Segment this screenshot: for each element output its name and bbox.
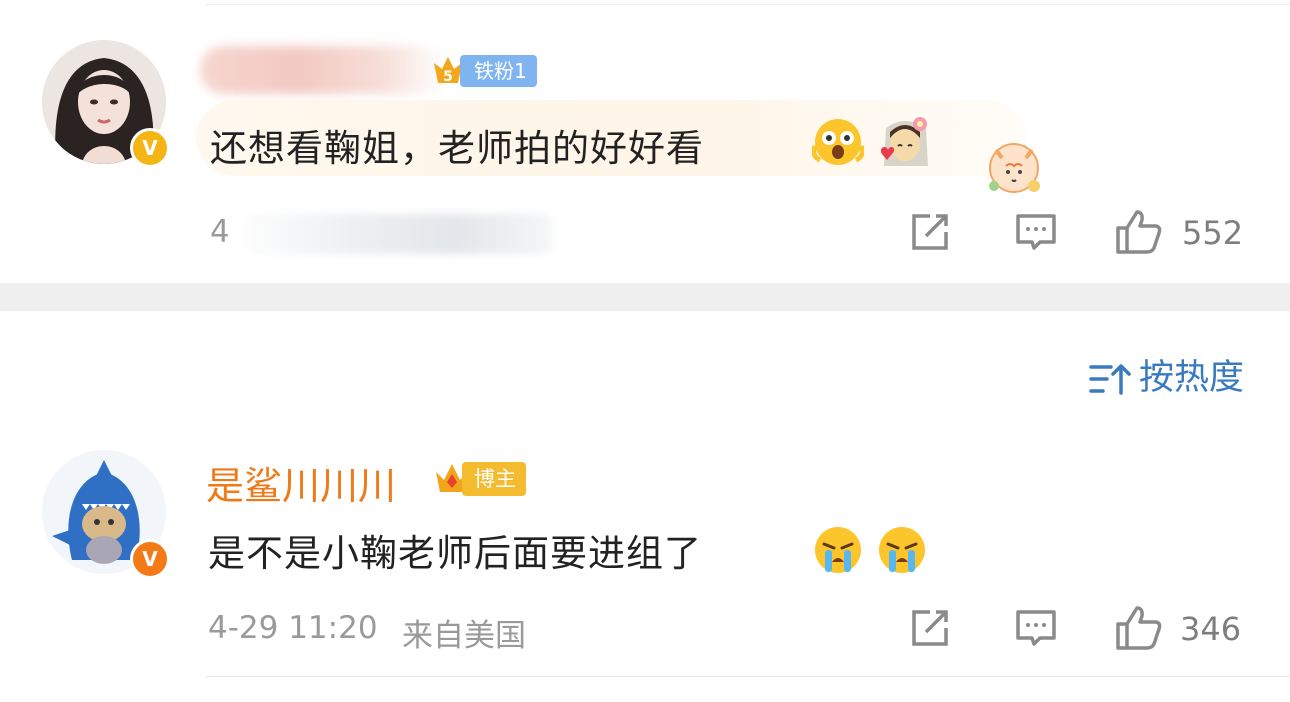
share-icon[interactable]	[908, 606, 952, 650]
svg-text:5: 5	[443, 69, 453, 85]
tiger-sticker	[989, 143, 1040, 193]
comment-icon[interactable]	[1014, 606, 1058, 650]
share-icon[interactable]	[908, 210, 952, 254]
sort-icon	[1089, 364, 1131, 395]
like-count: 346	[1180, 610, 1242, 648]
comment-text: 是不是小鞠老师后面要进组了	[208, 532, 702, 575]
comment-text: 还想看鞠姐，老师拍的好好看	[210, 127, 704, 170]
comment-time: 4-29 11:20	[208, 610, 378, 646]
comment-icon[interactable]	[1014, 210, 1058, 254]
fan-badge: 铁粉1	[460, 55, 537, 87]
verified-v-icon: V	[130, 128, 170, 168]
blogger-badge: 博主	[462, 462, 526, 496]
username-obscured[interactable]	[200, 46, 445, 94]
crying-emoji	[879, 527, 925, 573]
sort-label: 按热度	[1138, 358, 1244, 398]
divider	[205, 4, 1290, 5]
comment-item: V 5 铁粉1 还想看鞠姐，老师拍的好好看 4 552	[0, 0, 1290, 283]
section-divider	[0, 283, 1290, 311]
bride-emoji	[880, 117, 928, 166]
like-icon[interactable]	[1114, 604, 1164, 652]
comment-meta-obscured	[232, 214, 552, 254]
username[interactable]: 是鲨川川川	[206, 455, 396, 510]
like-count: 552	[1182, 214, 1244, 252]
sort-by-hot-button[interactable]: 按热度	[1089, 356, 1244, 400]
comment-location: 来自美国	[402, 618, 526, 654]
crying-emoji	[815, 527, 861, 573]
comment-item: 是鲨川川川 博主 是不是小鞠老师后面要进组了 4-29 11:20 来自美国 3…	[0, 430, 1290, 702]
excited-emoji	[812, 119, 864, 165]
divider	[205, 676, 1290, 677]
comment-date: 4	[210, 214, 230, 250]
like-icon[interactable]	[1114, 208, 1164, 256]
verified-v-icon: V	[130, 539, 170, 579]
